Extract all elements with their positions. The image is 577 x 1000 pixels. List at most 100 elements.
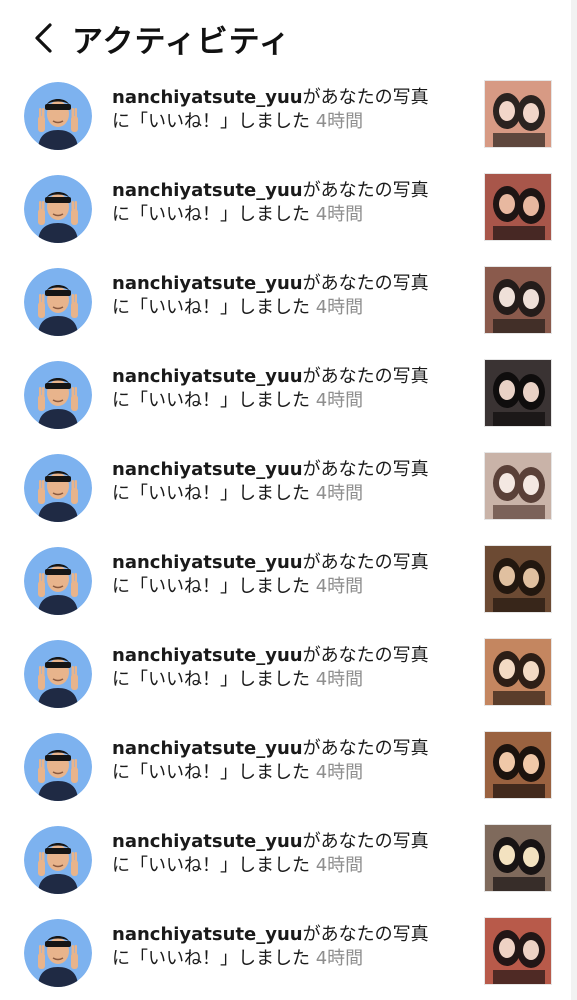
- photo-thumbnail-image: [485, 732, 551, 798]
- post-thumbnail[interactable]: [484, 173, 552, 241]
- avatar[interactable]: [24, 82, 92, 150]
- post-thumbnail[interactable]: [484, 266, 552, 334]
- avatar[interactable]: [24, 454, 92, 522]
- message-line1: があなたの写真: [302, 645, 429, 666]
- username[interactable]: nanchiyatsute_yuu: [112, 645, 303, 666]
- activity-row[interactable]: nanchiyatsute_yuuがあなたの写真 に「いいね！」しました 4時間: [0, 440, 570, 533]
- activity-text: nanchiyatsute_yuuがあなたの写真 に「いいね！」しました 4時間: [112, 272, 467, 320]
- post-thumbnail[interactable]: [484, 731, 552, 799]
- avatar-image: [24, 454, 92, 522]
- activity-list: nanchiyatsute_yuuがあなたの写真 に「いいね！」しました 4時間: [0, 68, 570, 998]
- photo-thumbnail-image: [485, 546, 551, 612]
- username[interactable]: nanchiyatsute_yuu: [112, 831, 303, 852]
- username[interactable]: nanchiyatsute_yuu: [112, 273, 303, 294]
- activity-row[interactable]: nanchiyatsute_yuuがあなたの写真 に「いいね！」しました 4時間: [0, 626, 570, 719]
- message-line2: に「いいね！」しました: [112, 762, 310, 783]
- message-line2: に「いいね！」しました: [112, 669, 310, 690]
- header: アクティビティ: [0, 10, 570, 66]
- activity-screen: アクティビティ nanchiyatsute_yuuがあなたの写真 に「いいね！」…: [0, 0, 577, 1000]
- activity-text: nanchiyatsute_yuuがあなたの写真 に「いいね！」しました 4時間: [112, 830, 467, 878]
- username[interactable]: nanchiyatsute_yuu: [112, 738, 303, 759]
- photo-thumbnail-image: [485, 267, 551, 333]
- timestamp: 4時間: [315, 204, 364, 225]
- post-thumbnail[interactable]: [484, 452, 552, 520]
- post-thumbnail[interactable]: [484, 917, 552, 985]
- timestamp: 4時間: [315, 855, 364, 876]
- activity-row[interactable]: nanchiyatsute_yuuがあなたの写真 に「いいね！」しました 4時間: [0, 812, 570, 905]
- activity-text: nanchiyatsute_yuuがあなたの写真 に「いいね！」しました 4時間: [112, 458, 467, 506]
- avatar[interactable]: [24, 919, 92, 987]
- post-thumbnail[interactable]: [484, 638, 552, 706]
- post-thumbnail[interactable]: [484, 80, 552, 148]
- message-line2: に「いいね！」しました: [112, 111, 310, 132]
- avatar-image: [24, 640, 92, 708]
- message-line1: があなたの写真: [302, 273, 429, 294]
- scroll-edge: [571, 0, 577, 1000]
- timestamp: 4時間: [315, 111, 364, 132]
- message-line1: があなたの写真: [302, 552, 429, 573]
- timestamp: 4時間: [315, 390, 364, 411]
- message-line1: があなたの写真: [302, 924, 429, 945]
- username[interactable]: nanchiyatsute_yuu: [112, 924, 303, 945]
- username[interactable]: nanchiyatsute_yuu: [112, 552, 303, 573]
- avatar-image: [24, 361, 92, 429]
- chevron-left-icon: [35, 23, 52, 53]
- photo-thumbnail-image: [485, 639, 551, 705]
- activity-row[interactable]: nanchiyatsute_yuuがあなたの写真 に「いいね！」しました 4時間: [0, 68, 570, 161]
- activity-row[interactable]: nanchiyatsute_yuuがあなたの写真 に「いいね！」しました 4時間: [0, 347, 570, 440]
- post-thumbnail[interactable]: [484, 824, 552, 892]
- page-title: アクティビティ: [72, 23, 291, 60]
- photo-thumbnail-image: [485, 825, 551, 891]
- back-button[interactable]: [20, 14, 68, 62]
- message-line1: があなたの写真: [302, 831, 429, 852]
- activity-row[interactable]: nanchiyatsute_yuuがあなたの写真 に「いいね！」しました 4時間: [0, 905, 570, 998]
- username[interactable]: nanchiyatsute_yuu: [112, 87, 303, 108]
- activity-text: nanchiyatsute_yuuがあなたの写真 に「いいね！」しました 4時間: [112, 551, 467, 599]
- photo-thumbnail-image: [485, 174, 551, 240]
- post-thumbnail[interactable]: [484, 545, 552, 613]
- photo-thumbnail-image: [485, 81, 551, 147]
- timestamp: 4時間: [315, 762, 364, 783]
- activity-text: nanchiyatsute_yuuがあなたの写真 に「いいね！」しました 4時間: [112, 644, 467, 692]
- post-thumbnail[interactable]: [484, 359, 552, 427]
- avatar[interactable]: [24, 361, 92, 429]
- avatar[interactable]: [24, 268, 92, 336]
- photo-thumbnail-image: [485, 453, 551, 519]
- message-line1: があなたの写真: [302, 366, 429, 387]
- message-line2: に「いいね！」しました: [112, 204, 310, 225]
- message-line2: に「いいね！」しました: [112, 390, 310, 411]
- avatar[interactable]: [24, 826, 92, 894]
- avatar[interactable]: [24, 733, 92, 801]
- avatar-image: [24, 547, 92, 615]
- avatar-image: [24, 175, 92, 243]
- timestamp: 4時間: [315, 297, 364, 318]
- timestamp: 4時間: [315, 483, 364, 504]
- avatar[interactable]: [24, 175, 92, 243]
- activity-text: nanchiyatsute_yuuがあなたの写真 に「いいね！」しました 4時間: [112, 923, 467, 971]
- timestamp: 4時間: [315, 576, 364, 597]
- message-line2: に「いいね！」しました: [112, 297, 310, 318]
- username[interactable]: nanchiyatsute_yuu: [112, 366, 303, 387]
- avatar-image: [24, 826, 92, 894]
- photo-thumbnail-image: [485, 360, 551, 426]
- message-line2: に「いいね！」しました: [112, 855, 310, 876]
- activity-text: nanchiyatsute_yuuがあなたの写真 に「いいね！」しました 4時間: [112, 365, 467, 413]
- activity-row[interactable]: nanchiyatsute_yuuがあなたの写真 に「いいね！」しました 4時間: [0, 161, 570, 254]
- activity-text: nanchiyatsute_yuuがあなたの写真 に「いいね！」しました 4時間: [112, 86, 467, 134]
- avatar-image: [24, 82, 92, 150]
- avatar[interactable]: [24, 640, 92, 708]
- activity-row[interactable]: nanchiyatsute_yuuがあなたの写真 に「いいね！」しました 4時間: [0, 719, 570, 812]
- activity-row[interactable]: nanchiyatsute_yuuがあなたの写真 に「いいね！」しました 4時間: [0, 533, 570, 626]
- username[interactable]: nanchiyatsute_yuu: [112, 459, 303, 480]
- message-line2: に「いいね！」しました: [112, 948, 310, 969]
- message-line1: があなたの写真: [302, 459, 429, 480]
- activity-text: nanchiyatsute_yuuがあなたの写真 に「いいね！」しました 4時間: [112, 179, 467, 227]
- avatar[interactable]: [24, 547, 92, 615]
- avatar-image: [24, 919, 92, 987]
- activity-row[interactable]: nanchiyatsute_yuuがあなたの写真 に「いいね！」しました 4時間: [0, 254, 570, 347]
- message-line1: があなたの写真: [302, 738, 429, 759]
- username[interactable]: nanchiyatsute_yuu: [112, 180, 303, 201]
- avatar-image: [24, 268, 92, 336]
- activity-text: nanchiyatsute_yuuがあなたの写真 に「いいね！」しました 4時間: [112, 737, 467, 785]
- photo-thumbnail-image: [485, 918, 551, 984]
